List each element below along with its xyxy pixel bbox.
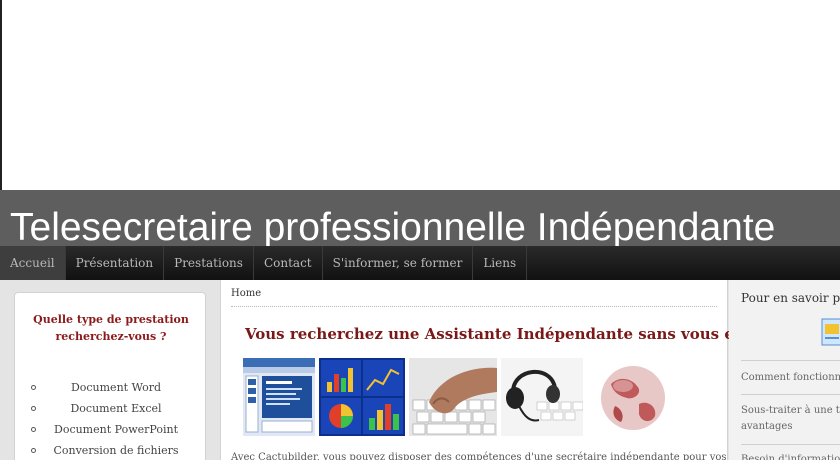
nav-item-contact[interactable]: Contact <box>254 246 323 280</box>
page-heading: Vous recherchez une Assistante Indépenda… <box>245 325 807 343</box>
bullet-icon <box>31 385 36 390</box>
breadcrumb-divider <box>231 306 717 307</box>
globe-image <box>587 358 679 436</box>
right-link-2[interactable]: Sous-traiter à une télé <box>741 403 840 418</box>
list-item-label[interactable]: Document Word <box>71 381 161 394</box>
intro-text: Avec Cactubilder, vous pouvez disposer d… <box>231 452 727 460</box>
list-item[interactable]: Document Excel <box>31 398 201 419</box>
nav-item-accueil[interactable]: Accueil <box>0 246 66 280</box>
right-link-3[interactable]: Besoin d'informations <box>741 452 840 460</box>
list-item-label[interactable]: Conversion de fichiers <box>53 444 178 457</box>
site-title: Telesecretaire professionnelle Indépenda… <box>10 206 776 246</box>
right-sidebar-title: Pour en savoir plus <box>741 291 840 305</box>
sidebar-title: Quelle type de prestation recherchez-vou… <box>33 313 189 343</box>
nav-item-liens[interactable]: Liens <box>473 246 528 280</box>
header-blank-area <box>0 0 840 190</box>
bullet-icon <box>31 427 36 432</box>
keyboard-typing-image <box>409 358 497 436</box>
list-item[interactable]: Document Word <box>31 377 201 398</box>
site-banner: Telesecretaire professionnelle Indépenda… <box>0 190 840 246</box>
nav-item-prestations[interactable]: Prestations <box>164 246 254 280</box>
prestation-list: Document Word Document Excel Document Po… <box>31 377 201 460</box>
right-divider <box>741 360 840 361</box>
right-divider <box>741 444 840 445</box>
main-content: Home Vous recherchez une Assistante Indé… <box>220 280 807 460</box>
breadcrumb[interactable]: Home <box>231 288 261 299</box>
chart-slides-image <box>319 358 405 436</box>
main-nav: Accueil Présentation Prestations Contact… <box>0 246 840 280</box>
nav-item-presentation[interactable]: Présentation <box>66 246 165 280</box>
image-strip <box>243 358 713 436</box>
powerpoint-screenshot-image <box>243 358 315 436</box>
document-icon <box>821 318 840 346</box>
nav-item-sinformer[interactable]: S'informer, se former <box>323 246 474 280</box>
prestation-sidebar-box: Quelle type de prestation recherchez-vou… <box>14 292 206 460</box>
list-item-label[interactable]: Document PowerPoint <box>54 423 178 436</box>
list-item[interactable]: Document PowerPoint <box>31 419 201 440</box>
bullet-icon <box>31 406 36 411</box>
bullet-icon <box>31 448 36 453</box>
list-item[interactable]: Conversion de fichiers <box>31 440 201 460</box>
right-link-2-line2[interactable]: avantages <box>741 419 792 434</box>
right-divider <box>741 394 840 395</box>
headset-phone-image <box>501 358 583 436</box>
right-sidebar: Pour en savoir plus Comment fonctionne S… <box>729 280 840 460</box>
list-item-label[interactable]: Document Excel <box>70 402 161 415</box>
right-link-1[interactable]: Comment fonctionne <box>741 370 840 385</box>
